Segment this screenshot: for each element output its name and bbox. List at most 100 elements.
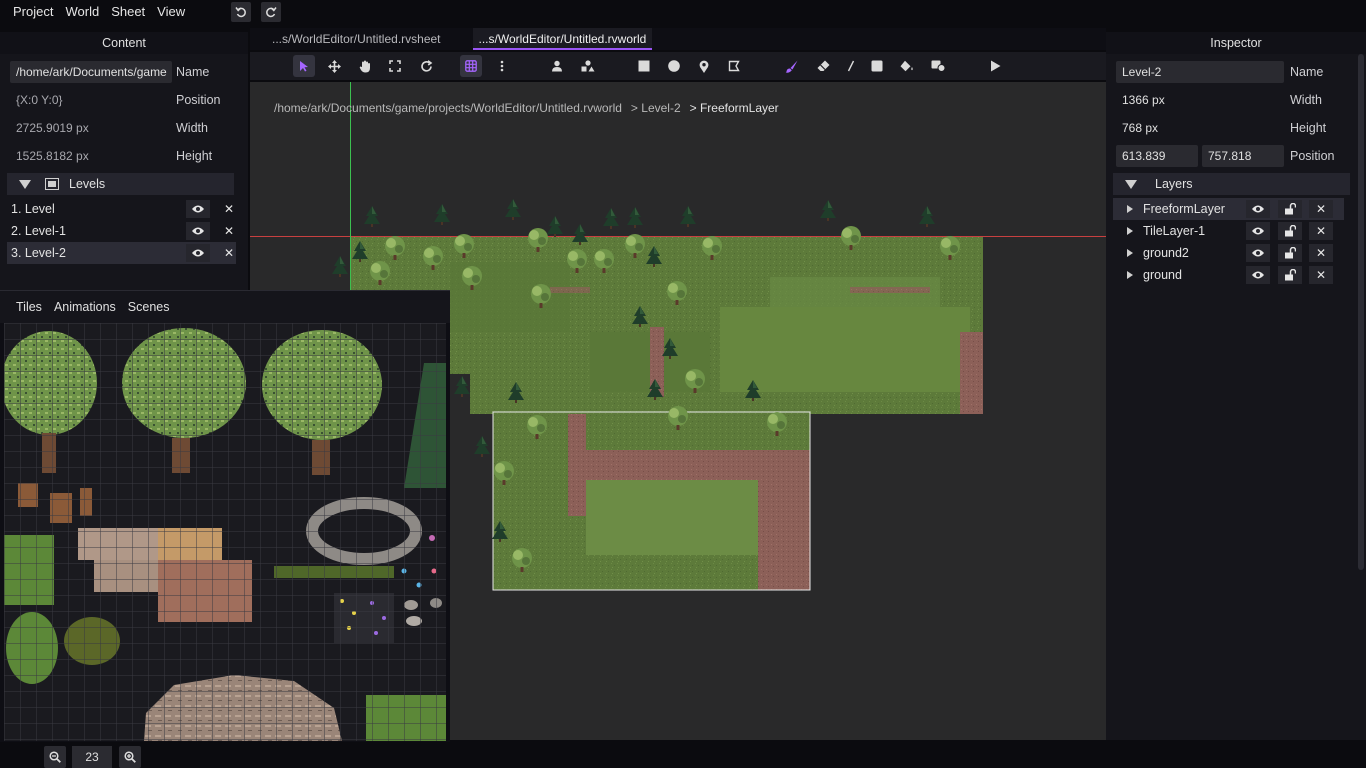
delete-layer-button[interactable]: ✕: [1309, 200, 1333, 218]
layer-lock-toggle[interactable]: [1278, 222, 1302, 240]
layer-lock-toggle[interactable]: [1278, 200, 1302, 218]
breadcrumb-layer[interactable]: > FreeformLayer: [690, 101, 779, 115]
content-position-label: Position: [176, 93, 221, 107]
visibility-toggle[interactable]: [186, 222, 210, 240]
inspector-width-label: Width: [1290, 93, 1322, 107]
layer-visibility-toggle[interactable]: [1246, 244, 1270, 262]
stamp-icon: [931, 60, 945, 72]
layer-item-ground[interactable]: ground ✕: [1113, 264, 1344, 286]
entity-tool[interactable]: [546, 55, 568, 77]
select-arrow-icon: [300, 61, 308, 72]
tab-rvworld[interactable]: ...s/WorldEditor/Untitled.rvworld: [472, 28, 653, 50]
menu-sheet[interactable]: Sheet: [105, 0, 151, 24]
menu-view[interactable]: View: [151, 0, 191, 24]
select-tool[interactable]: [293, 55, 315, 77]
levels-section-header[interactable]: Levels: [7, 173, 234, 195]
menu-world[interactable]: World: [59, 0, 105, 24]
visibility-toggle[interactable]: [186, 244, 210, 262]
inspector-name-field[interactable]: Level-2: [1116, 61, 1284, 83]
inspector-panel: Inspector Level-2 Name 1366 px Width 768…: [1106, 32, 1366, 740]
tiles-panel: Tiles Animations Scenes: [0, 290, 450, 742]
delete-level-button[interactable]: ✕: [222, 244, 236, 262]
bucket-icon: [900, 60, 913, 72]
layer-lock-toggle[interactable]: [1278, 266, 1302, 284]
tab-rvsheet[interactable]: ...s/WorldEditor/Untitled.rvsheet: [266, 28, 447, 50]
close-icon: ✕: [223, 202, 235, 216]
level-item-1[interactable]: 1. Level ✕: [7, 198, 236, 220]
layers-section-header[interactable]: Layers: [1113, 173, 1350, 195]
level-item-2[interactable]: 2. Level-1 ✕: [7, 220, 236, 242]
close-icon: ✕: [223, 224, 235, 238]
hand-icon: [359, 60, 370, 72]
breadcrumb: /home/ark/Documents/game/projects/WorldE…: [274, 101, 788, 115]
delete-layer-button[interactable]: ✕: [1309, 244, 1333, 262]
content-name-field[interactable]: /home/ark/Documents/game: [10, 61, 172, 83]
delete-layer-button[interactable]: ✕: [1309, 222, 1333, 240]
unlock-icon: [1285, 247, 1296, 259]
expand-icon[interactable]: [1127, 205, 1133, 213]
layer-visibility-toggle[interactable]: [1246, 266, 1270, 284]
expand-icon[interactable]: [1127, 249, 1133, 257]
tab-scenes[interactable]: Scenes: [122, 300, 176, 314]
layer-visibility-toggle[interactable]: [1246, 200, 1270, 218]
layer-item-freeform[interactable]: FreeformLayer ✕: [1113, 198, 1344, 220]
layer-item-tilelayer-1[interactable]: TileLayer-1 ✕: [1113, 220, 1344, 242]
fill-rect-tool[interactable]: [866, 55, 888, 77]
zoom-level-field[interactable]: 23: [72, 746, 112, 768]
redo-button[interactable]: [261, 2, 282, 22]
pan-tool[interactable]: [354, 55, 376, 77]
undo-button[interactable]: [231, 2, 252, 22]
stamp-tool[interactable]: [927, 55, 949, 77]
fit-view-tool[interactable]: [384, 55, 406, 77]
inspector-width-value[interactable]: 1366 px: [1116, 93, 1165, 107]
menu-project[interactable]: Project: [7, 0, 59, 24]
menu-bar: Project World Sheet View: [0, 0, 1366, 24]
position-x-field[interactable]: 613.839: [1116, 145, 1198, 167]
circle-tool[interactable]: [663, 55, 685, 77]
expand-icon[interactable]: [1127, 227, 1133, 235]
refresh-tool[interactable]: [415, 55, 437, 77]
zoom-in-icon: [124, 751, 136, 763]
tab-animations[interactable]: Animations: [48, 300, 122, 314]
zoom-out-button[interactable]: [44, 746, 66, 768]
brush-tool[interactable]: [780, 55, 802, 77]
delete-level-button[interactable]: ✕: [222, 222, 236, 240]
expand-icon[interactable]: [1127, 271, 1133, 279]
play-button[interactable]: [984, 55, 1006, 77]
grid-toggle[interactable]: [460, 55, 482, 77]
shapes-tool[interactable]: [577, 55, 599, 77]
polygon-tool[interactable]: [723, 55, 745, 77]
visibility-toggle[interactable]: [186, 200, 210, 218]
position-y-field[interactable]: 757.818: [1202, 145, 1284, 167]
content-height-row: 1525.8182 px: [10, 145, 89, 167]
collapse-icon: [1125, 179, 1137, 189]
eraser-tool[interactable]: [812, 55, 834, 77]
breadcrumb-path[interactable]: /home/ark/Documents/game/projects/WorldE…: [274, 101, 622, 115]
tileset-grid[interactable]: [4, 323, 446, 741]
move-tool[interactable]: [323, 55, 345, 77]
layer-visibility-toggle[interactable]: [1246, 222, 1270, 240]
rectangle-tool[interactable]: [633, 55, 655, 77]
bucket-fill-tool[interactable]: [896, 55, 918, 77]
tab-tiles[interactable]: Tiles: [10, 300, 48, 314]
level-item-3[interactable]: 3. Level-2 ✕: [7, 242, 236, 264]
content-width-value: 2725.9019 px: [16, 121, 89, 135]
inspector-height-value[interactable]: 768 px: [1116, 121, 1158, 135]
close-icon: ✕: [1315, 224, 1327, 238]
delete-level-button[interactable]: ✕: [222, 200, 236, 218]
layer-item-ground2[interactable]: ground2 ✕: [1113, 242, 1344, 264]
delete-layer-button[interactable]: ✕: [1309, 266, 1333, 284]
redo-icon: [266, 7, 277, 18]
layer-item-label: TileLayer-1: [1143, 224, 1206, 238]
breadcrumb-level[interactable]: > Level-2: [631, 101, 681, 115]
layer-lock-toggle[interactable]: [1278, 244, 1302, 262]
pin-icon: [699, 60, 709, 73]
more-options-button[interactable]: [491, 55, 513, 77]
zoom-in-button[interactable]: [119, 746, 141, 768]
zoom-out-icon: [49, 751, 61, 763]
line-tool[interactable]: [840, 55, 862, 77]
layer-item-label: ground: [1143, 268, 1182, 282]
point-tool[interactable]: [693, 55, 715, 77]
inspector-scrollbar[interactable]: [1358, 54, 1364, 570]
inspector-name-row: Level-2: [1116, 61, 1284, 83]
